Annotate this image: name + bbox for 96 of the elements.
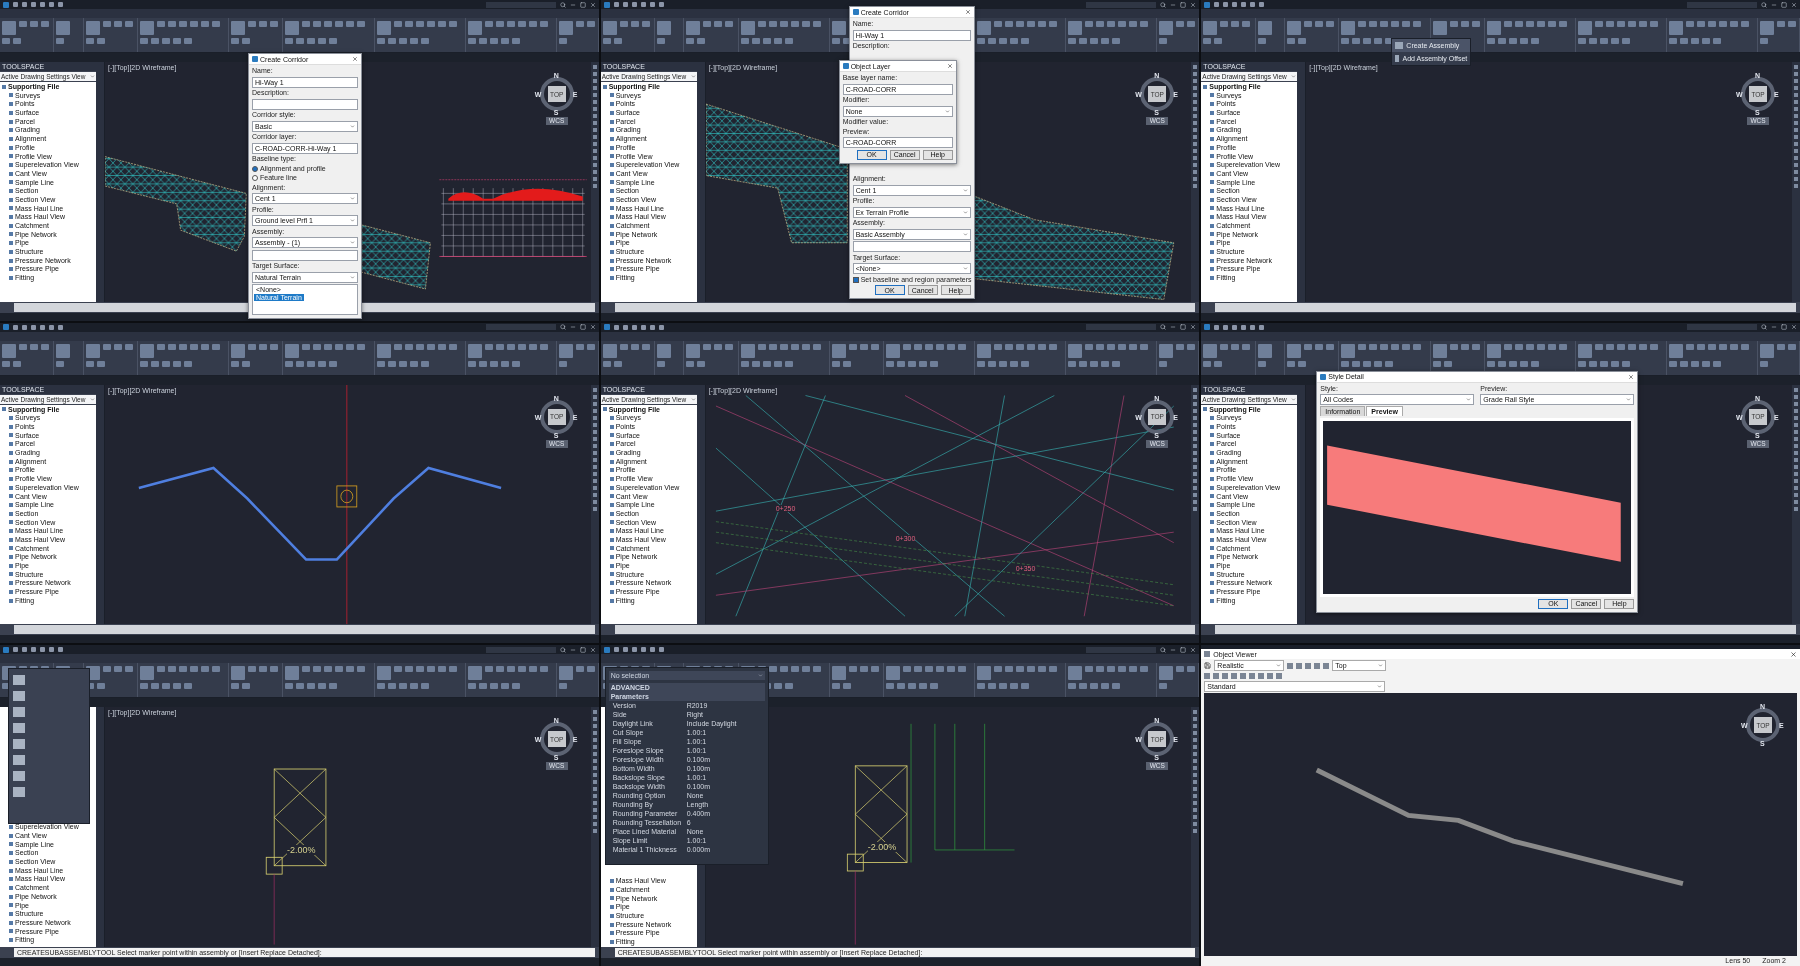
compass-ring-icon	[1738, 74, 1778, 114]
maximize-icon[interactable]	[1781, 324, 1787, 331]
grade-label: -2.00%	[287, 845, 316, 856]
checkbox[interactable]	[852, 276, 859, 283]
subassembly-icon[interactable]	[13, 739, 25, 750]
app-logo-icon[interactable]	[3, 646, 9, 653]
app-logo-icon	[252, 56, 258, 62]
close-icon[interactable]	[946, 63, 953, 69]
chevron-down-icon[interactable]	[1377, 684, 1383, 690]
chevron-down-icon[interactable]	[350, 274, 355, 280]
assembly-marker-icon	[336, 485, 358, 507]
chevron-down-icon[interactable]	[1626, 396, 1632, 402]
chevron-down-icon[interactable]	[90, 396, 95, 402]
close-icon[interactable]	[589, 324, 596, 331]
app-logo-icon[interactable]	[603, 646, 610, 653]
minimize-icon[interactable]	[1170, 324, 1177, 331]
chevron-down-icon[interactable]	[962, 231, 968, 237]
text-area[interactable]	[852, 241, 971, 252]
minimize-icon[interactable]	[1771, 1, 1777, 8]
maximize-icon[interactable]	[1180, 324, 1187, 331]
search-field[interactable]	[1086, 646, 1157, 653]
chevron-down-icon[interactable]	[350, 240, 355, 245]
subassembly-icon[interactable]	[13, 771, 25, 782]
search-field[interactable]	[1086, 324, 1157, 331]
search-field[interactable]	[1086, 1, 1157, 8]
close-icon[interactable]	[352, 56, 358, 62]
chevron-down-icon[interactable]	[1291, 74, 1297, 79]
app-logo-icon	[842, 63, 849, 69]
radio-button[interactable]	[252, 175, 258, 181]
chevron-down-icon[interactable]	[690, 74, 696, 79]
maximize-icon[interactable]	[579, 324, 586, 331]
search-icon[interactable]	[1160, 324, 1167, 331]
app-logo-icon[interactable]	[3, 324, 9, 331]
chevron-down-icon[interactable]	[944, 108, 950, 114]
chevron-down-icon[interactable]	[1466, 396, 1472, 402]
search-icon[interactable]	[1160, 646, 1167, 653]
maximize-icon[interactable]	[1781, 1, 1787, 8]
search-field[interactable]	[1687, 1, 1757, 8]
search-icon[interactable]	[1761, 1, 1767, 8]
chevron-down-icon[interactable]	[1378, 663, 1384, 669]
chevron-down-icon[interactable]	[350, 218, 355, 223]
maximize-icon[interactable]	[1180, 646, 1187, 653]
close-icon[interactable]	[1190, 646, 1197, 653]
text-area[interactable]	[252, 249, 358, 261]
search-field[interactable]	[485, 1, 556, 8]
maximize-icon[interactable]	[1180, 1, 1187, 8]
viewer-icon	[1204, 651, 1211, 658]
subassembly-icon[interactable]	[13, 707, 25, 718]
maximize-icon[interactable]	[579, 1, 586, 8]
app-logo-icon[interactable]	[1204, 324, 1211, 331]
chevron-down-icon[interactable]	[350, 123, 355, 129]
save-icon[interactable]	[1204, 662, 1212, 670]
chevron-down-icon[interactable]	[1276, 663, 1282, 669]
close-icon[interactable]	[1190, 324, 1197, 331]
close-icon[interactable]	[589, 646, 596, 653]
search-icon[interactable]	[559, 324, 566, 331]
subassembly-icon[interactable]	[13, 675, 25, 686]
grade-label: -2.00%	[867, 842, 897, 853]
search-icon[interactable]	[559, 1, 566, 8]
app-logo-icon	[1320, 373, 1327, 380]
chevron-down-icon[interactable]	[962, 266, 968, 271]
subassembly-icon[interactable]	[13, 723, 25, 734]
close-icon[interactable]	[1790, 650, 1797, 658]
chevron-down-icon[interactable]	[90, 74, 95, 79]
close-icon[interactable]	[964, 9, 971, 15]
search-icon[interactable]	[559, 646, 566, 653]
search-icon[interactable]	[1160, 1, 1167, 8]
subassembly-icon[interactable]	[13, 755, 25, 766]
chevron-down-icon[interactable]	[690, 396, 696, 402]
search-field[interactable]	[485, 324, 556, 331]
chevron-down-icon[interactable]	[962, 187, 968, 193]
chevron-down-icon[interactable]	[962, 209, 968, 215]
app-logo-icon	[852, 9, 859, 15]
radio-button[interactable]	[252, 165, 258, 172]
text-area[interactable]	[252, 98, 358, 110]
minimize-icon[interactable]	[1771, 324, 1777, 331]
close-icon[interactable]	[1628, 373, 1635, 380]
minimize-icon[interactable]	[1170, 646, 1177, 653]
app-logo-icon[interactable]	[1204, 1, 1211, 8]
subassembly-icon[interactable]	[13, 691, 25, 702]
chevron-down-icon[interactable]	[1291, 396, 1297, 402]
minimize-icon[interactable]	[569, 1, 576, 8]
search-icon[interactable]	[1761, 324, 1767, 331]
minimize-icon[interactable]	[1170, 1, 1177, 8]
close-icon[interactable]	[1791, 324, 1797, 331]
app-logo-icon[interactable]	[603, 324, 610, 331]
search-field[interactable]	[1687, 324, 1757, 331]
maximize-icon[interactable]	[579, 646, 586, 653]
minimize-icon[interactable]	[569, 646, 576, 653]
subassembly-icon[interactable]	[13, 787, 25, 798]
minimize-icon[interactable]	[569, 324, 576, 331]
app-logo-icon[interactable]	[603, 1, 610, 8]
app-logo-icon[interactable]	[3, 1, 9, 8]
chevron-down-icon[interactable]	[350, 196, 355, 201]
surface-mesh-drawing	[361, 224, 431, 290]
search-field[interactable]	[485, 646, 556, 653]
